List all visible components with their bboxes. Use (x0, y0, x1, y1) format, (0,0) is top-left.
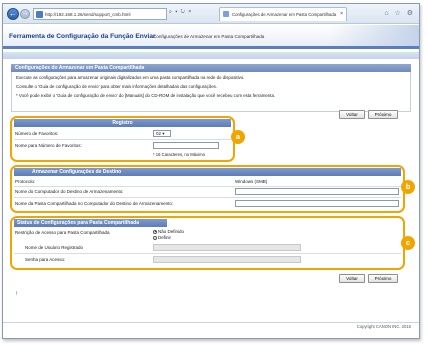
radio-not-defined-label: Não Definido (158, 229, 185, 234)
header-decoration (329, 25, 419, 46)
app-title: Ferramenta de Configuração da Função Env… (9, 33, 156, 40)
back-button[interactable]: Voltar (339, 110, 365, 119)
computer-name-input[interactable] (235, 188, 399, 195)
protocol-value: Windows (SMB) (235, 179, 268, 184)
fav-name-input[interactable] (153, 142, 219, 149)
row-divider (14, 186, 401, 187)
next-button-bottom[interactable]: Próximo (368, 274, 398, 283)
destino-header: Armazenar Configurações de Destino (14, 168, 401, 176)
badge-b: b (401, 180, 415, 194)
browser-tab[interactable]: Configurações de Armazenar em Pasta Comp… (219, 7, 347, 21)
user-name-input[interactable] (153, 244, 301, 251)
row-divider (14, 139, 231, 140)
fav-name-label: Nome para Número de Favoritos: (15, 143, 82, 148)
radio-define[interactable]: Definir (153, 235, 171, 240)
radio-selected-icon[interactable] (153, 229, 157, 234)
badge-c: c (401, 236, 415, 250)
fav-number-label: Número de Favoritos: (15, 131, 59, 136)
row-divider (14, 197, 401, 198)
user-name-label: Nome de Usuário Registrado (25, 245, 84, 250)
password-input[interactable] (153, 256, 301, 263)
copyright: Copyright CANON INC. 2015 (356, 324, 411, 329)
tab-title: Configurações de Armazenar em Pasta Comp… (232, 12, 337, 17)
back-arrow-icon[interactable]: ← (7, 8, 19, 20)
description-line: Consulte o 'Guia de configuração de envi… (16, 84, 218, 89)
header-band (3, 52, 419, 59)
browser-window: ← → http://192.168.1.26/send/support_cmb… (2, 3, 420, 339)
browser-toolbar: ← → http://192.168.1.26/send/support_cmb… (3, 4, 419, 24)
folder-name-label: Nome da Pasta Compartilhada no Computado… (15, 201, 174, 206)
page-top-icon[interactable]: ↑ (15, 291, 18, 297)
address-controls[interactable]: ⌕ ▾ ↻ × (169, 9, 192, 15)
computer-name-label: Nome do Computador do Destino de Armazen… (15, 189, 124, 194)
page-icon (36, 11, 43, 18)
fav-name-hint: * 16 Caracteres, no Máximo (153, 152, 205, 157)
folder-name-input[interactable] (235, 200, 399, 207)
forward-arrow-icon[interactable]: → (20, 9, 30, 19)
address-bar[interactable]: http://192.168.1.26/send/support_cmb.htm… (33, 8, 167, 20)
footer-divider (3, 322, 419, 323)
tab-close-icon[interactable]: × (340, 8, 343, 21)
section-description: Execute as configurações para armazenar … (11, 72, 411, 112)
password-label: Senha para Acesso: (25, 257, 66, 262)
address-url: http://192.168.1.26/send/support_cmb.htm… (45, 12, 131, 17)
badge-a: a (231, 130, 245, 144)
app-subtitle: Configurações de Armazenar em Pasta Comp… (153, 34, 265, 39)
fav-number-select[interactable]: 02 ▾ (153, 130, 171, 137)
status-header: Status de Configurações para Pasta Compa… (14, 219, 167, 227)
registro-header: Registro (14, 119, 231, 127)
protocol-label: Protocolo: (15, 179, 36, 184)
restriction-label: Restrição de Acesso para Pasta Compartil… (15, 230, 110, 235)
main-content: Configurações do Armazenar em Pasta Comp… (11, 64, 411, 112)
next-button[interactable]: Próximo (368, 110, 398, 119)
radio-define-label: Definir (158, 235, 172, 240)
row-divider (14, 253, 401, 254)
app-header: Ferramenta de Configuração da Função Env… (3, 25, 419, 49)
radio-unselected-icon[interactable] (153, 235, 157, 240)
toolbar-icons[interactable]: ⌂ ☆ ⚙ (384, 9, 415, 17)
description-line: * Você pode exibir o 'Guia de configuraç… (16, 93, 276, 98)
radio-not-defined[interactable]: Não Definido (153, 229, 184, 234)
back-button-bottom[interactable]: Voltar (339, 274, 365, 283)
section-title: Configurações do Armazenar em Pasta Comp… (11, 64, 411, 72)
description-line: Execute as configurações para armazenar … (16, 75, 245, 80)
tab-favicon-icon (223, 11, 229, 17)
